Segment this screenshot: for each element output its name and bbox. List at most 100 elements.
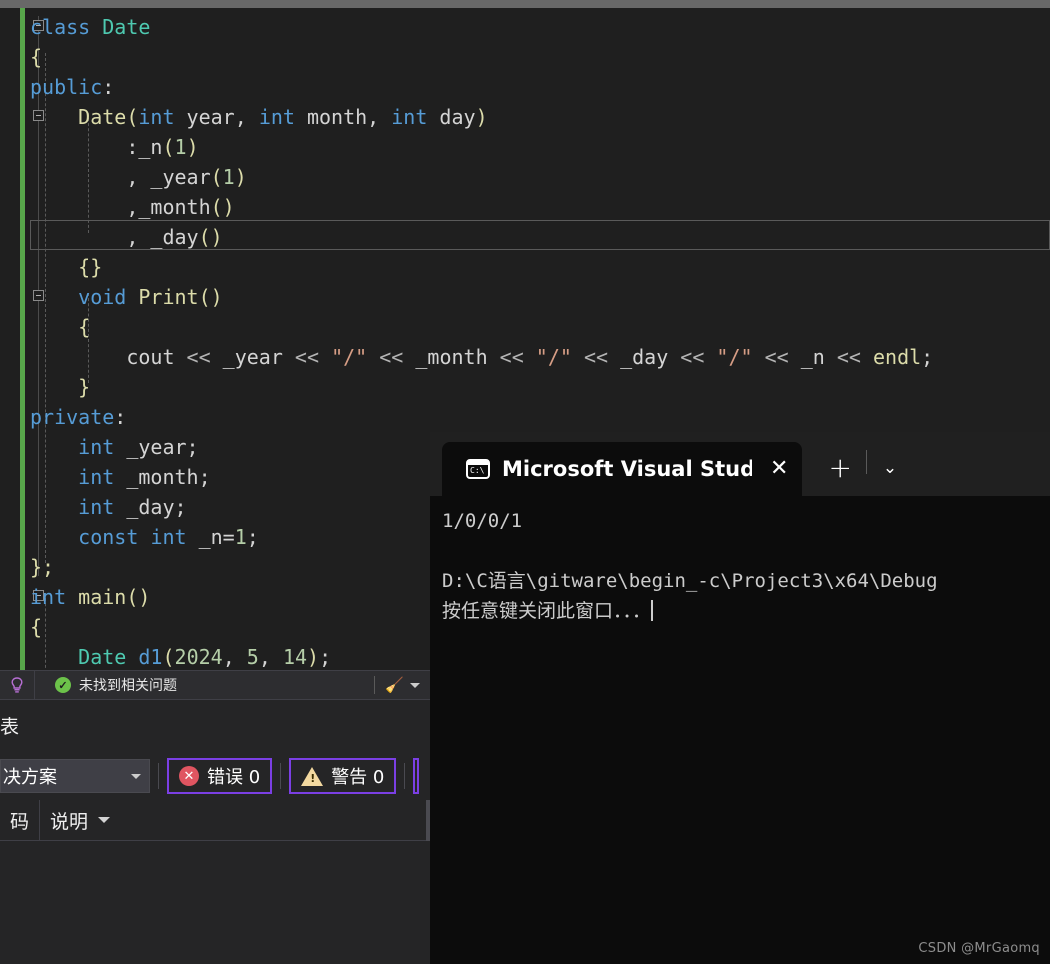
warnings-filter-button[interactable]: 警告 0 bbox=[289, 758, 397, 794]
code-token: , bbox=[258, 645, 283, 669]
code-token: class bbox=[30, 15, 91, 39]
code-token: { bbox=[78, 315, 91, 339]
code-token: _year bbox=[222, 345, 283, 369]
code-token: : bbox=[102, 75, 115, 99]
console-output[interactable]: 1/0/0/1 D:\C语言\gitware\begin_-c\Project3… bbox=[430, 496, 1050, 964]
code-token: ; bbox=[246, 525, 259, 549]
broom-icon[interactable]: 🧹 bbox=[385, 676, 404, 694]
console-titlebar[interactable]: C:\ Microsoft Visual Stud ✕ + ⌄ bbox=[430, 432, 1050, 496]
code-line: { bbox=[0, 42, 1050, 72]
code-token: endl bbox=[872, 345, 922, 369]
code-line: private: bbox=[0, 402, 1050, 432]
code-token: _day; bbox=[114, 495, 187, 519]
column-header-description[interactable]: 说明 bbox=[40, 800, 120, 840]
divider bbox=[404, 763, 406, 789]
scope-dropdown[interactable]: 决方案 bbox=[0, 759, 150, 793]
divider bbox=[280, 763, 282, 789]
error-circle-icon: ✕ bbox=[179, 766, 199, 786]
code-token: private bbox=[30, 405, 115, 429]
terminal-cmd-icon: C:\ bbox=[466, 459, 490, 479]
code-token: int bbox=[78, 495, 115, 519]
code-token: 5 bbox=[246, 645, 259, 669]
console-window[interactable]: C:\ Microsoft Visual Stud ✕ + ⌄ 1/0/0/1 … bbox=[430, 432, 1050, 964]
close-icon[interactable]: ✕ bbox=[770, 458, 788, 480]
code-token: void bbox=[78, 285, 127, 309]
code-token: ,_month bbox=[126, 195, 211, 219]
code-token: ) bbox=[307, 645, 320, 669]
code-token: , _year bbox=[126, 165, 211, 189]
chevron-down-icon[interactable]: ⌄ bbox=[883, 458, 897, 478]
code-token: () bbox=[198, 225, 223, 249]
error-list-title: 表 bbox=[0, 716, 20, 738]
code-token: , _day bbox=[126, 225, 199, 249]
code-token: _year; bbox=[114, 435, 199, 459]
code-token: ) bbox=[475, 105, 488, 129]
code-token: int bbox=[150, 525, 187, 549]
code-token: day bbox=[427, 105, 476, 129]
console-tab-title: Microsoft Visual Stud bbox=[502, 457, 752, 481]
warnings-filter-label: 警告 0 bbox=[331, 767, 385, 788]
code-line: class Date bbox=[0, 12, 1050, 42]
code-token: Date bbox=[78, 105, 127, 129]
code-token: << bbox=[282, 345, 332, 369]
error-list-toolbar: 决方案 ✕ 错误 0 警告 0 bbox=[0, 756, 430, 796]
scope-dropdown-label: 决方案 bbox=[3, 767, 57, 788]
editor-horizontal-scrollbar[interactable] bbox=[0, 0, 1050, 8]
lightbulb-cell[interactable] bbox=[0, 671, 35, 699]
error-list-body[interactable] bbox=[0, 841, 430, 964]
column-header-code[interactable]: 码 bbox=[0, 800, 39, 840]
code-token: {} bbox=[78, 255, 103, 279]
code-token: { bbox=[30, 45, 43, 69]
divider bbox=[374, 676, 376, 694]
code-token: int bbox=[78, 435, 115, 459]
code-token: month, bbox=[294, 105, 392, 129]
code-token: "/" bbox=[535, 345, 572, 369]
chevron-down-icon bbox=[98, 817, 111, 823]
console-tab[interactable]: C:\ Microsoft Visual Stud ✕ bbox=[442, 442, 803, 496]
code-token: << bbox=[487, 345, 536, 369]
errors-filter-button[interactable]: ✕ 错误 0 bbox=[167, 758, 273, 794]
watermark: CSDN @MrGaomq bbox=[918, 941, 1040, 956]
code-token: () bbox=[210, 195, 235, 219]
code-token: { bbox=[30, 615, 43, 639]
status-text: 未找到相关问题 bbox=[79, 678, 177, 694]
code-token: 1 bbox=[174, 135, 187, 159]
code-token: Date bbox=[102, 15, 151, 39]
error-list-window: 表 决方案 ✕ 错误 0 警告 0 码 说明 bbox=[0, 700, 430, 964]
plus-icon[interactable]: + bbox=[828, 454, 851, 482]
chevron-down-icon[interactable] bbox=[410, 682, 420, 688]
check-circle-icon: ✓ bbox=[55, 677, 71, 693]
code-token: "/" bbox=[331, 345, 368, 369]
code-token: int bbox=[258, 105, 295, 129]
code-token: << bbox=[571, 345, 621, 369]
code-token: ; bbox=[921, 345, 934, 369]
code-token: _month bbox=[415, 345, 488, 369]
code-token: () bbox=[126, 585, 151, 609]
column-header-description-label: 说明 bbox=[50, 810, 89, 833]
code-token: ( bbox=[126, 105, 139, 129]
code-line: Date(int year, int month, int day) bbox=[0, 102, 1050, 132]
code-token: main bbox=[78, 585, 127, 609]
code-token: int bbox=[30, 585, 67, 609]
messages-filter-button[interactable] bbox=[413, 758, 420, 794]
code-token: 1 bbox=[234, 525, 247, 549]
code-token: ( bbox=[210, 165, 223, 189]
scrollbar-thumb[interactable] bbox=[0, 0, 1050, 8]
code-token: int bbox=[391, 105, 428, 129]
code-token: : bbox=[126, 135, 139, 159]
editor-status-bar: ✓ 未找到相关问题 🧹 bbox=[0, 670, 430, 700]
